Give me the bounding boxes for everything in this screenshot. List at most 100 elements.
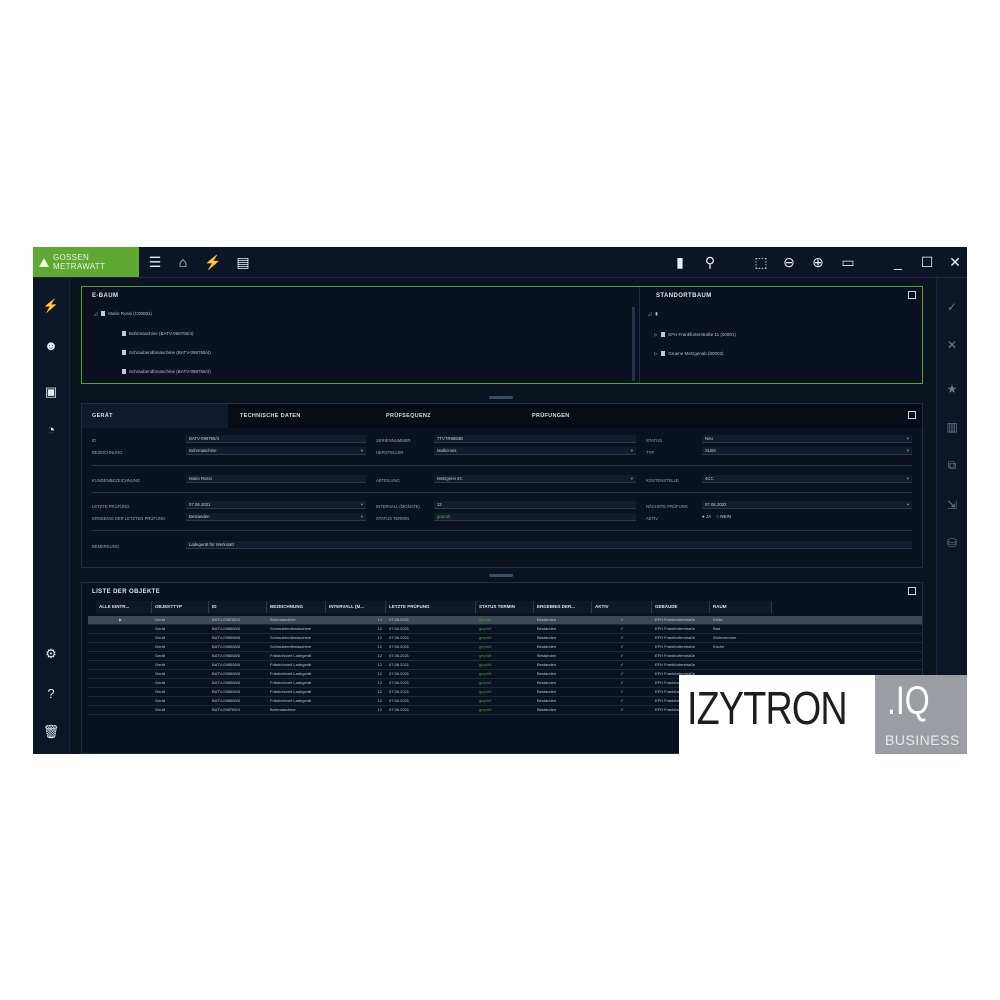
table-cell: BATV-098508/6 <box>212 653 240 658</box>
confirm-icon[interactable]: ✓ <box>943 298 961 316</box>
expand-icon[interactable]: ▷ <box>654 332 657 337</box>
column-header[interactable]: BEZEICHNUNG <box>267 601 326 613</box>
table-row[interactable]: Gerät BATV-098508/6 Fräsbohrzeit Ladegerät… <box>88 661 922 670</box>
pin-icon[interactable]: ⚲ <box>700 252 720 272</box>
help-icon[interactable]: ? <box>41 684 61 704</box>
device-icon[interactable]: ▤ <box>233 252 253 272</box>
select-icon[interactable]: ⬚ <box>751 252 771 272</box>
column-header[interactable]: RAUM <box>710 601 772 613</box>
gossen-logo[interactable]: GOSSEN METRAWATT <box>33 247 139 277</box>
aktiv-nein-radio[interactable]: ○ NEIN <box>716 514 731 519</box>
calendar-icon[interactable]: ▾ <box>907 501 909 509</box>
aktiv-ja-radio[interactable]: ● JA <box>702 514 711 519</box>
table-row[interactable]: ▶ Gerät BATV-098765/4 Bohrmaschine 12 07.06.2… <box>88 616 922 625</box>
table-cell: BATV-098508/6 <box>212 698 240 703</box>
column-header[interactable]: INTERVALL (M... <box>326 601 386 613</box>
column-header[interactable]: ALLE EINTR... <box>96 601 152 613</box>
naechste-pruefung-field[interactable]: 07.06.2022 ▾ <box>702 501 912 509</box>
window-icon[interactable]: ▭ <box>838 252 858 272</box>
naechste-pruefung-label: NÄCHSTE PRÜFUNG <box>646 504 688 509</box>
hersteller-field[interactable]: Multicross ▾ <box>434 447 636 455</box>
kostenstelle-field[interactable]: 4CC ▾ <box>702 475 912 483</box>
typ-field[interactable]: SLBS ▾ <box>702 447 912 455</box>
hersteller-value: Multicross <box>437 448 457 453</box>
table-row[interactable]: Gerät BATV-098508/6 Schraubendbmaschine 12 0… <box>88 625 922 634</box>
kundenbezeichnung-field[interactable]: Mario Rossi <box>186 475 366 483</box>
plug-icon[interactable]: ⚡ <box>203 252 223 272</box>
report-nav-icon[interactable]: ◔ <box>41 420 61 440</box>
database-icon[interactable]: ⛁ <box>943 534 961 552</box>
delete-small-icon[interactable]: ▮ <box>655 311 657 316</box>
divider <box>92 492 912 493</box>
bezeichnung-label: BEZEICHNUNG <box>92 450 123 455</box>
maximize-panel-icon[interactable] <box>908 587 916 595</box>
bemerkung-field[interactable]: Ladegerät für Werkstatt <box>186 541 912 549</box>
abteilung-field[interactable]: Metzgerei 4C ▾ <box>434 475 636 483</box>
tab-pruefsequenz[interactable]: PRÜFSEQUENZ <box>376 404 522 428</box>
table-cell <box>710 652 772 660</box>
minimize-icon[interactable]: _ <box>888 252 908 272</box>
brand-label: GOSSEN METRAWATT <box>53 253 106 271</box>
bezeichnung-field[interactable]: Bohrmaschine ▾ <box>186 447 366 455</box>
tree-item[interactable]: Schraubendbmaschine (BATV-098765/4) <box>122 369 211 375</box>
e-baum-root[interactable]: ◿ Mario Rossi (C00001) <box>94 311 152 317</box>
export-icon[interactable]: ⇲ <box>943 496 961 514</box>
copy-icon[interactable]: ⧉ <box>943 456 961 474</box>
tree-item[interactable]: Schraubendbmaschine (BATV-098765/4) <box>122 350 211 356</box>
table-row[interactable]: Gerät BATV-098508/6 Schraubendbmaschine 12 0… <box>88 634 922 643</box>
zoom-in-icon[interactable]: ⊕ <box>808 252 828 272</box>
ergebnis-field[interactable]: Bestanden ▾ <box>186 513 366 521</box>
menu-icon[interactable]: ☰ <box>145 252 165 272</box>
home-icon[interactable]: ⌂ <box>173 252 193 272</box>
standort-item[interactable]: ▷ Gruene Metzgenab (00002) <box>654 351 724 357</box>
column-header[interactable]: GEBÄUDE <box>652 601 710 613</box>
zoom-out-icon[interactable]: ⊖ <box>779 252 799 272</box>
letzte-pruefung-field[interactable]: 07.06.2021 ▾ <box>186 501 366 509</box>
column-header[interactable]: ID <box>209 601 267 613</box>
resize-handle[interactable] <box>489 574 513 577</box>
table-row[interactable]: Gerät BATV-098508/6 Schraubendbmaschine 12 0… <box>88 643 922 652</box>
maximize-panel-icon[interactable] <box>908 291 916 299</box>
resize-handle[interactable] <box>489 396 513 399</box>
column-header[interactable]: OBJEKTTYP <box>152 601 209 613</box>
status-termin-field[interactable]: geprüft <box>434 513 636 521</box>
plug-nav-icon[interactable]: ⚡ <box>41 296 61 316</box>
customer-nav-icon[interactable]: ☻ <box>41 336 61 356</box>
intervall-field[interactable]: 12 <box>434 501 636 509</box>
column-header[interactable]: ERGEBNIS DER... <box>534 601 592 613</box>
close-icon[interactable]: ✕ <box>945 252 965 272</box>
maximize-icon[interactable]: ☐ <box>917 252 937 272</box>
column-header[interactable]: AKTIV <box>592 601 652 613</box>
tab-technische-daten[interactable]: TECHNISCHE DATEN <box>230 404 376 428</box>
izytron-badge: .IQ BUSINESS <box>875 675 967 754</box>
tree-scrollbar[interactable] <box>632 307 635 381</box>
collapse-icon[interactable]: ◿ <box>94 311 97 316</box>
expand-icon[interactable]: ▷ <box>654 351 657 356</box>
id-field[interactable]: BATV-098765/4 <box>186 435 366 443</box>
id-label: ID <box>92 438 97 443</box>
status-field[interactable]: Neu ▾ <box>702 435 912 443</box>
row-selector-icon[interactable]: ▶ <box>116 616 126 624</box>
door-icon[interactable]: ▮ <box>670 252 690 272</box>
table-row[interactable]: Gerät BATV-098508/6 Fräsbohrzeit Ladegerät… <box>88 652 922 661</box>
chevron-down-icon: ▾ <box>360 448 363 453</box>
calendar-icon[interactable]: ▾ <box>361 501 363 509</box>
favorite-icon[interactable]: ★ <box>943 380 961 398</box>
seriennummer-field[interactable]: 7TVTR9863B <box>434 435 636 443</box>
table-cell: Bestanden <box>537 635 557 640</box>
column-header[interactable]: STATUS TERMIN <box>476 601 534 613</box>
standort-item[interactable]: ▷ EFH Frankfurterstraße 11 (00001) <box>654 332 736 338</box>
tab-pruefungen[interactable]: PRÜFUNGEN <box>522 404 668 428</box>
table-cell: 12 <box>377 698 382 703</box>
cancel-icon[interactable]: ✕ <box>943 336 961 354</box>
contacts-nav-icon[interactable]: ▣ <box>41 382 61 402</box>
tab-geraet[interactable]: GERÄT <box>82 404 228 428</box>
settings-icon[interactable]: ⚙ <box>41 644 61 664</box>
tree-item[interactable]: Bohrmaschine (BATV-098765/4) <box>122 331 193 337</box>
maximize-panel-icon[interactable] <box>908 411 916 419</box>
aktiv-label: AKTIV <box>646 516 659 521</box>
trash-icon[interactable]: 🗑 <box>41 722 61 742</box>
column-header[interactable]: LETZTE PRÜFUNG <box>386 601 476 613</box>
collapse-icon[interactable]: ◿ <box>648 311 651 316</box>
delete-icon[interactable]: ▥ <box>943 418 961 436</box>
